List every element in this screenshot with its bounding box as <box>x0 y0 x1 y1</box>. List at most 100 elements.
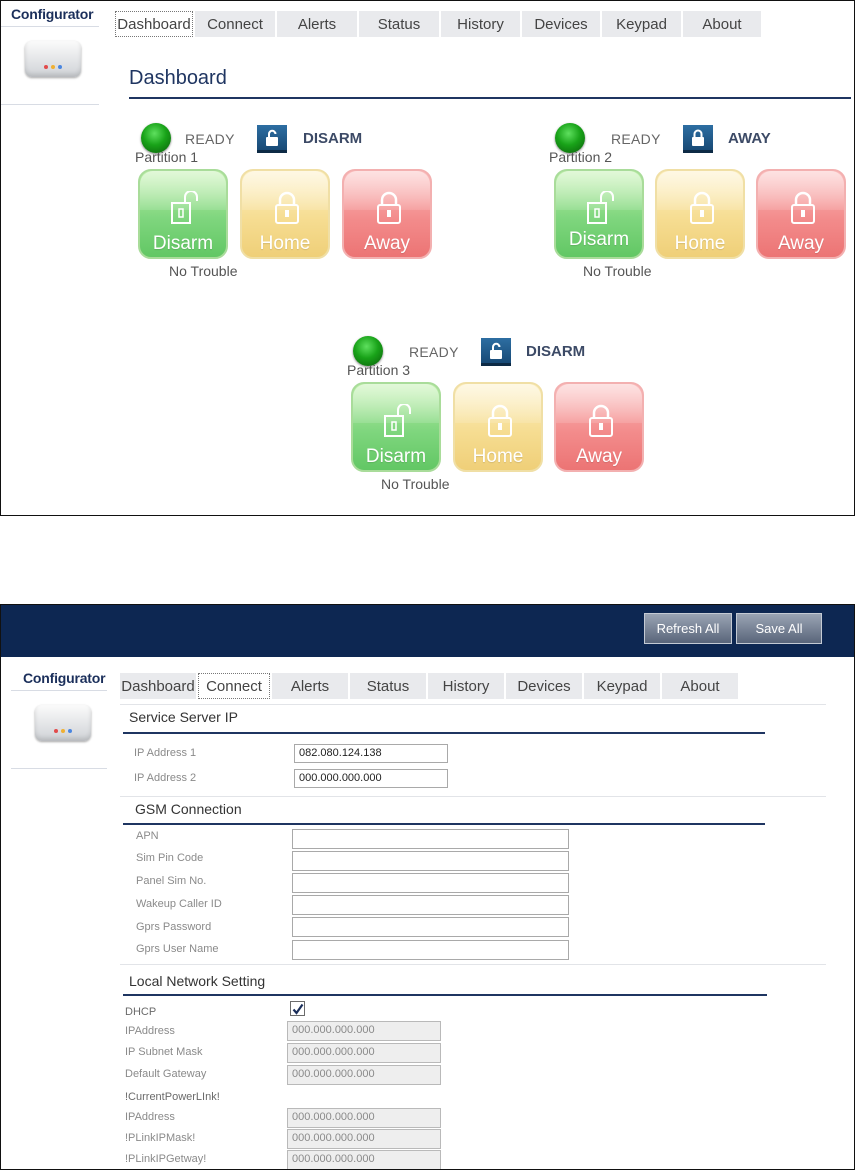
wakeup-caller-id-input[interactable] <box>292 895 569 915</box>
sim-pin-code-label: Sim Pin Code <box>136 852 204 864</box>
away-label: Away <box>363 233 411 254</box>
ip-address-input[interactable]: 000.000.000.000 <box>287 1021 441 1041</box>
padlock-icon <box>589 404 613 437</box>
tab-history[interactable]: History <box>441 11 520 37</box>
dhcp-checkbox[interactable] <box>290 1001 305 1016</box>
gprs-password-input[interactable] <box>292 917 569 937</box>
brand-title: Configurator <box>11 665 107 691</box>
ip-address-2-input[interactable]: 000.000.000.000 <box>294 769 448 788</box>
title-divider <box>129 97 851 99</box>
unlocked-lock-icon <box>257 125 287 153</box>
home-label: Home <box>674 233 726 254</box>
plink-ip-gateway-label: !PLinkIPGetway! <box>125 1153 207 1165</box>
local-network-title: Local Network Setting <box>129 973 266 989</box>
trouble-status: No Trouble <box>169 263 238 279</box>
padlock-icon <box>488 404 512 437</box>
partition-1: READY DISARM Partition 1 Disarm Home Awa… <box>135 123 445 279</box>
dhcp-label: DHCP <box>125 1006 157 1018</box>
tab-about[interactable]: About <box>683 11 761 37</box>
tab-status[interactable]: Status <box>359 11 439 37</box>
ip-subnet-mask-input[interactable]: 000.000.000.000 <box>287 1043 441 1063</box>
partition-name: Partition 3 <box>347 362 411 378</box>
plink-ip-gateway-input[interactable]: 000.000.000.000 <box>287 1150 441 1169</box>
sidebar: Configurator <box>11 665 107 769</box>
away-button[interactable]: Away <box>756 169 846 259</box>
brand-title: Configurator <box>1 1 99 27</box>
device-led-blue <box>68 729 72 733</box>
gsm-connection-title: GSM Connection <box>135 801 242 817</box>
trouble-status: No Trouble <box>381 476 450 492</box>
apn-input[interactable] <box>292 829 569 849</box>
tab-alerts[interactable]: Alerts <box>272 673 348 699</box>
refresh-all-button[interactable]: Refresh All <box>644 613 732 644</box>
default-gateway-label: Default Gateway <box>125 1068 207 1080</box>
tab-keypad[interactable]: Keypad <box>584 673 660 699</box>
tab-history[interactable]: History <box>428 673 504 699</box>
arm-state: DISARM <box>303 130 363 147</box>
connect-window: Refresh All Save All Configurator Dashbo… <box>0 604 855 1170</box>
plink-ip-mask-input[interactable]: 000.000.000.000 <box>287 1129 441 1149</box>
ready-status: READY <box>611 131 661 147</box>
section-separator <box>120 704 826 705</box>
ip-subnet-mask-label: IP Subnet Mask <box>125 1046 203 1058</box>
disarm-button[interactable]: Disarm <box>138 169 228 259</box>
ip-address-label: IPAddress <box>125 1025 175 1037</box>
default-gateway-input[interactable]: 000.000.000.000 <box>287 1065 441 1085</box>
open-padlock-icon <box>587 191 614 224</box>
tab-about[interactable]: About <box>662 673 738 699</box>
current-powerlink-label: !CurrentPowerLInk! <box>125 1091 220 1103</box>
home-label: Home <box>259 233 311 254</box>
device-led-red <box>54 729 58 733</box>
service-server-title: Service Server IP <box>129 709 238 725</box>
section-separator <box>120 796 826 797</box>
page-title: Dashboard <box>129 67 227 89</box>
tab-status[interactable]: Status <box>350 673 426 699</box>
plink-ip-address-input[interactable]: 000.000.000.000 <box>287 1108 441 1128</box>
device-led-amber <box>51 65 55 69</box>
tab-bar: Dashboard Connect Alerts Status History … <box>120 673 740 699</box>
away-button[interactable]: Away <box>342 169 432 259</box>
tab-connect[interactable]: Connect <box>195 11 275 37</box>
ip-address-1-input[interactable]: 082.080.124.138 <box>294 744 448 763</box>
partition-name: Partition 1 <box>135 149 199 165</box>
partition-3: READY DISARM Partition 3 Disarm Home Awa… <box>347 336 657 492</box>
gprs-user-name-input[interactable] <box>292 940 569 960</box>
device-thumbnail <box>1 27 99 105</box>
tab-connect[interactable]: Connect <box>198 673 270 699</box>
tab-dashboard[interactable]: Dashboard <box>115 11 193 37</box>
panel-sim-no-label: Panel Sim No. <box>136 875 207 887</box>
ip-address-1-label: IP Address 1 <box>134 747 197 759</box>
tab-dashboard[interactable]: Dashboard <box>120 673 196 699</box>
home-button[interactable]: Home <box>240 169 330 259</box>
padlock-icon <box>690 191 714 224</box>
checkmark-icon <box>292 1003 303 1015</box>
disarm-button[interactable]: Disarm <box>351 382 441 472</box>
device-led-red <box>44 65 48 69</box>
apn-label: APN <box>136 830 159 842</box>
tab-devices[interactable]: Devices <box>522 11 600 37</box>
padlock-icon <box>275 191 299 224</box>
ip-address-2-label: IP Address 2 <box>134 772 197 784</box>
tab-devices[interactable]: Devices <box>506 673 582 699</box>
padlock-icon <box>791 191 815 224</box>
away-label: Away <box>575 446 623 467</box>
tab-bar: Dashboard Connect Alerts Status History … <box>115 11 763 37</box>
tab-keypad[interactable]: Keypad <box>602 11 681 37</box>
tab-alerts[interactable]: Alerts <box>277 11 357 37</box>
ready-status: READY <box>185 131 235 147</box>
open-padlock-icon <box>171 191 198 224</box>
home-button[interactable]: Home <box>453 382 543 472</box>
disarm-button[interactable]: Disarm <box>554 169 644 259</box>
away-button[interactable]: Away <box>554 382 644 472</box>
partition-2: READY AWAY Partition 2 Disarm Home Away … <box>549 123 854 279</box>
home-button[interactable]: Home <box>655 169 745 259</box>
save-all-button[interactable]: Save All <box>736 613 822 644</box>
disarm-label: Disarm <box>568 229 630 250</box>
header-bar: Refresh All Save All <box>1 605 854 657</box>
device-led-amber <box>61 729 65 733</box>
trouble-status: No Trouble <box>583 263 652 279</box>
disarm-label: Disarm <box>152 233 214 254</box>
sidebar: Configurator <box>1 1 99 105</box>
panel-sim-no-input[interactable] <box>292 873 569 893</box>
sim-pin-code-input[interactable] <box>292 851 569 871</box>
